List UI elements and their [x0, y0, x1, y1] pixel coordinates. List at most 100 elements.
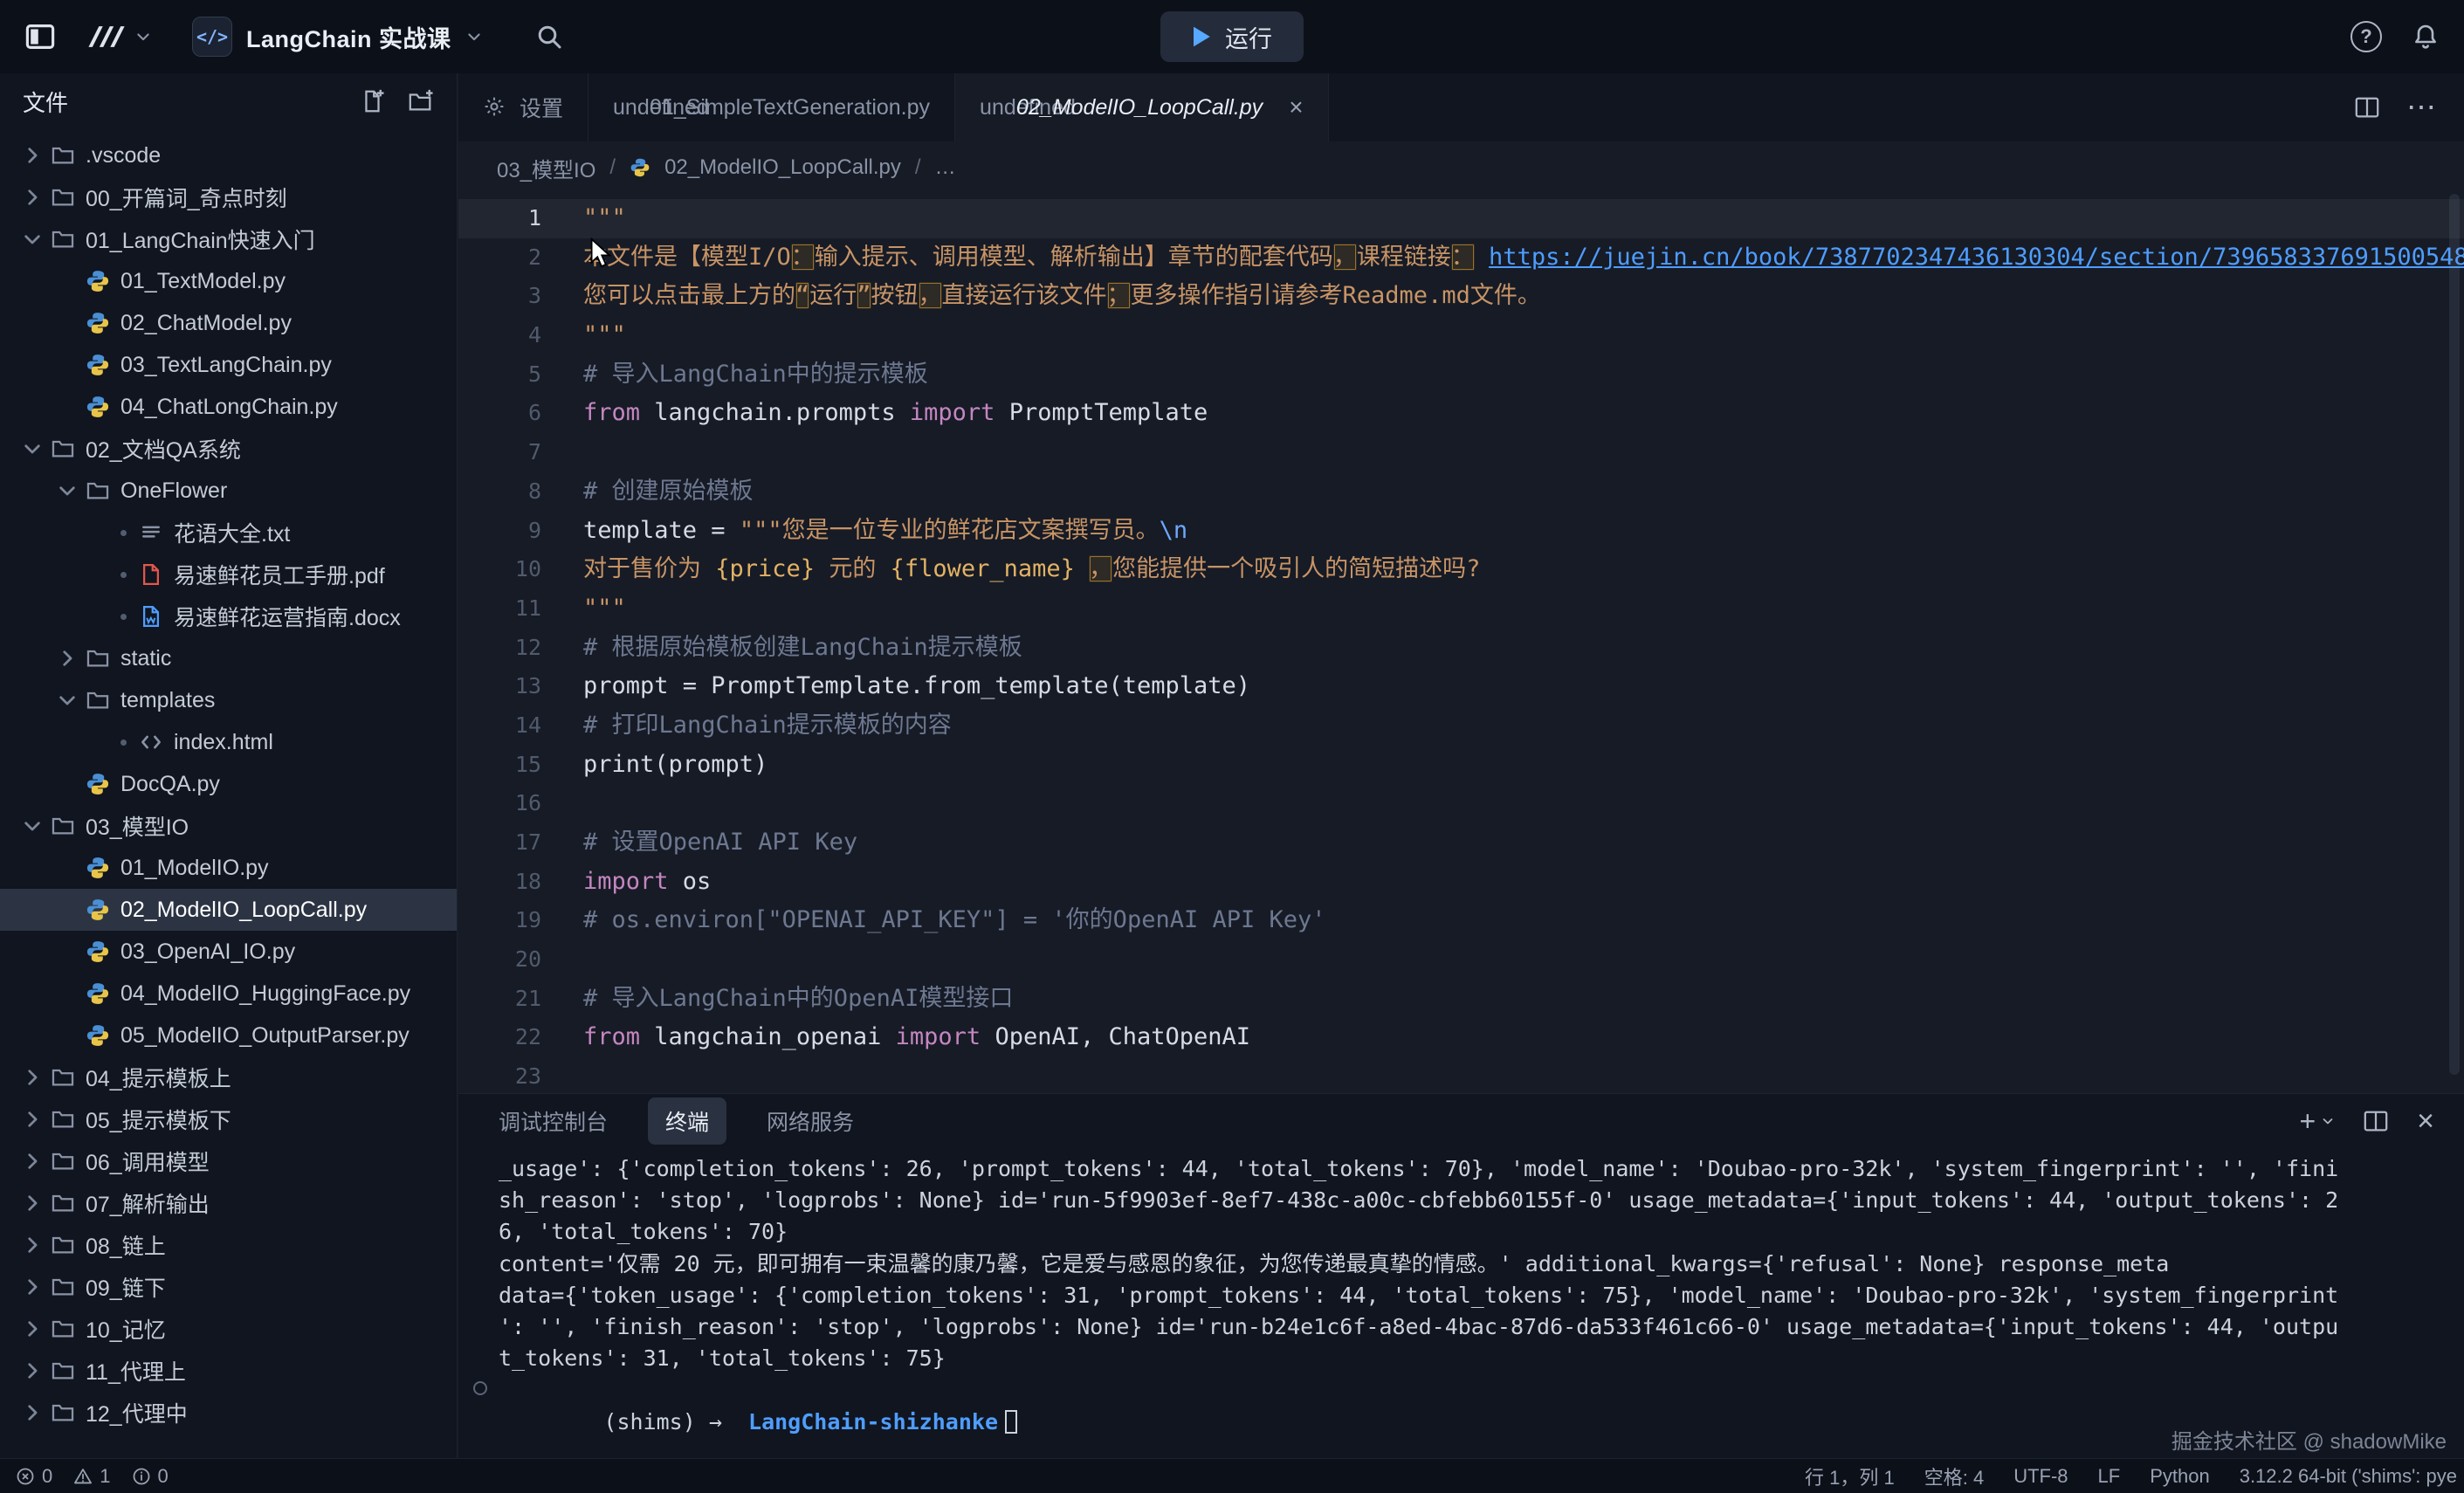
tree-item-index.html[interactable]: index.html	[0, 721, 457, 763]
code-line-10[interactable]: 10对于售价为 {price} 元的 {flower_name} ，您能提供一个…	[458, 550, 2464, 589]
tree-item-11_代理上[interactable]: 11_代理上	[0, 1350, 457, 1392]
problems-info-count[interactable]: 0	[132, 1465, 169, 1488]
new-folder-button[interactable]	[408, 88, 434, 114]
tree-item-02_ChatModel.py[interactable]: 02_ChatModel.py	[0, 302, 457, 344]
tree-item-06_调用模型[interactable]: 06_调用模型	[0, 1140, 457, 1182]
app-logo-menu[interactable]	[86, 22, 152, 52]
terminal-output[interactable]: _usage': {'completion_tokens': 26, 'prom…	[458, 1148, 2464, 1407]
code-line-22[interactable]: 22 from langchain_openai import OpenAI, C…	[458, 1018, 2464, 1057]
tree-item-花语大全.txt[interactable]: 花语大全.txt	[0, 512, 457, 554]
code-line-8[interactable]: 8# 创建原始模板	[458, 472, 2464, 512]
status-cursor-position[interactable]: 行 1，列 1	[1805, 1462, 1895, 1490]
code-line-4[interactable]: 4"""	[458, 316, 2464, 355]
tree-item-04_ModelIO_HuggingFace.py[interactable]: 04_ModelIO_HuggingFace.py	[0, 973, 457, 1015]
code-line-17[interactable]: 17# 设置OpenAI API Key	[458, 823, 2464, 863]
code-line-19[interactable]: 19# os.environ["OPENAI_API_KEY"] = '你的Op…	[458, 901, 2464, 940]
tree-item-05_ModelIO_OutputParser.py[interactable]: 05_ModelIO_OutputParser.py	[0, 1015, 457, 1056]
tree-item-static[interactable]: static	[0, 637, 457, 679]
tree-item-07_解析输出[interactable]: 07_解析输出	[0, 1182, 457, 1224]
sidebar-toggle-button[interactable]	[24, 21, 56, 52]
code-line-12[interactable]: 12# 根据原始模板创建LangChain提示模板	[458, 629, 2464, 668]
panel-tab-终端[interactable]: 终端	[648, 1097, 726, 1145]
tree-item-01_ModelIO.py[interactable]: 01_ModelIO.py	[0, 847, 457, 889]
tree-item-易速鲜花运营指南.docx[interactable]: 易速鲜花运营指南.docx	[0, 595, 457, 637]
tab-02_ModelIO_LoopCall.py[interactable]: undefined02_ModelIO_LoopCall.py×	[955, 73, 1329, 141]
tree-item-.vscode[interactable]: .vscode	[0, 134, 457, 176]
panel-tab-调试控制台[interactable]: 调试控制台	[499, 1105, 608, 1137]
problems-warning-count[interactable]: 1	[73, 1465, 110, 1488]
code-line-13[interactable]: 13prompt = PromptTemplate.from_template(…	[458, 667, 2464, 706]
tree-item-OneFlower[interactable]: OneFlower	[0, 470, 457, 512]
code-line-16[interactable]: 16	[458, 784, 2464, 823]
breadcrumb-item[interactable]: 02_ModelIO_LoopCall.py	[664, 155, 901, 180]
code-line-5[interactable]: 5# 导入LangChain中的提示模板	[458, 355, 2464, 395]
search-button[interactable]	[535, 23, 563, 51]
code-line-3[interactable]: 3您可以点击最上方的“运行”按钮，直接运行该文件；更多操作指引请参考Readme…	[458, 277, 2464, 316]
tree-item-03_OpenAI_IO.py[interactable]: 03_OpenAI_IO.py	[0, 931, 457, 973]
line-number: 22	[458, 1018, 541, 1057]
code-line-18[interactable]: 18import os	[458, 863, 2464, 902]
tab-设置[interactable]: 设置	[458, 73, 588, 141]
code-line-21[interactable]: 21# 导入LangChain中的OpenAI模型接口	[458, 980, 2464, 1019]
editor-scrollbar[interactable]	[2449, 194, 2460, 1075]
run-button[interactable]: 运行	[1160, 11, 1304, 62]
tree-item-09_链下[interactable]: 09_链下	[0, 1266, 457, 1308]
code-line-9[interactable]: 9template = """您是一位专业的鲜花店文案撰写员。\n	[458, 512, 2464, 551]
tree-item-08_链上[interactable]: 08_链上	[0, 1224, 457, 1266]
line-content: # 打印LangChain提示模板的内容	[583, 706, 952, 746]
help-button[interactable]: ?	[2350, 21, 2382, 52]
tree-item-05_提示模板下[interactable]: 05_提示模板下	[0, 1098, 457, 1140]
tree-item-03_模型IO[interactable]: 03_模型IO	[0, 805, 457, 847]
tree-item-04_ChatLongChain.py[interactable]: 04_ChatLongChain.py	[0, 386, 457, 428]
code-line-1[interactable]: 1"""	[458, 199, 2464, 238]
status-interpreter[interactable]: 3.12.2 64-bit ('shims': pye	[2240, 1465, 2457, 1488]
code-line-14[interactable]: 14# 打印LangChain提示模板的内容	[458, 706, 2464, 746]
code-line-2[interactable]: 2本文件是【模型I/O：输入提示、调用模型、解析输出】章节的配套代码，课程链接：…	[458, 238, 2464, 278]
code-line-20[interactable]: 20	[458, 940, 2464, 980]
tree-item-00_开篇词_奇点时刻[interactable]: 00_开篇词_奇点时刻	[0, 176, 457, 218]
tree-item-04_提示模板上[interactable]: 04_提示模板上	[0, 1056, 457, 1098]
tree-item-01_TextModel.py[interactable]: 01_TextModel.py	[0, 260, 457, 302]
line-number: 7	[458, 433, 541, 472]
breadcrumb-item[interactable]: …	[935, 155, 956, 180]
code-line-7[interactable]: 7	[458, 433, 2464, 472]
status-encoding[interactable]: UTF-8	[2013, 1465, 2068, 1488]
tree-item-label: 05_ModelIO_OutputParser.py	[120, 1023, 410, 1049]
status-language[interactable]: Python	[2150, 1465, 2210, 1488]
code-line-23[interactable]: 23	[458, 1057, 2464, 1093]
line-content: from langchain_openai import OpenAI, Cha…	[583, 1018, 1250, 1057]
split-editor-button[interactable]	[2354, 94, 2380, 120]
tree-item-DocQA.py[interactable]: DocQA.py	[0, 763, 457, 805]
tree-item-02_文档QA系统[interactable]: 02_文档QA系统	[0, 428, 457, 470]
tab-01_SimpleTextGeneration.py[interactable]: undefined01_SimpleTextGeneration.py	[588, 73, 955, 141]
status-eol[interactable]: LF	[2098, 1465, 2121, 1488]
python-file-icon	[86, 898, 110, 922]
tree-item-易速鲜花员工手册.pdf[interactable]: 易速鲜花员工手册.pdf	[0, 554, 457, 595]
panel-tab-网络服务[interactable]: 网络服务	[767, 1105, 854, 1137]
tab-close-icon[interactable]: ×	[1289, 95, 1303, 120]
code-line-15[interactable]: 15print(prompt)	[458, 746, 2464, 785]
close-panel-button[interactable]: ×	[2417, 1104, 2434, 1139]
tree-item-12_代理中[interactable]: 12_代理中	[0, 1392, 457, 1434]
tree-item-templates[interactable]: templates	[0, 679, 457, 721]
tree-item-10_记忆[interactable]: 10_记忆	[0, 1308, 457, 1350]
breadcrumb-item[interactable]: 03_模型IO	[497, 153, 595, 183]
breadcrumb-separator: /	[915, 155, 921, 180]
more-actions-button[interactable]: ⋯	[2406, 90, 2436, 125]
notifications-button[interactable]	[2412, 23, 2440, 51]
problems-error-count[interactable]: 0	[16, 1465, 52, 1488]
python-file-icon: undefined	[613, 95, 637, 120]
split-terminal-button[interactable]	[2363, 1108, 2389, 1134]
new-terminal-button[interactable]: +	[2299, 1105, 2335, 1138]
tree-item-01_LangChain快速入门[interactable]: 01_LangChain快速入门	[0, 218, 457, 260]
new-file-button[interactable]	[359, 88, 385, 114]
tree-item-03_TextLangChain.py[interactable]: 03_TextLangChain.py	[0, 344, 457, 386]
tree-item-02_ModelIO_LoopCall.py[interactable]: 02_ModelIO_LoopCall.py	[0, 889, 457, 931]
tree-item-label: 03_TextLangChain.py	[120, 353, 332, 378]
status-indentation[interactable]: 空格: 4	[1924, 1462, 1984, 1490]
code-editor[interactable]: 1"""2本文件是【模型I/O：输入提示、调用模型、解析输出】章节的配套代码，课…	[458, 194, 2464, 1093]
line-number: 3	[458, 277, 541, 316]
code-line-11[interactable]: 11"""	[458, 589, 2464, 629]
code-line-6[interactable]: 6from langchain.prompts import PromptTem…	[458, 394, 2464, 433]
project-switcher[interactable]: </> LangChain 实战课	[192, 17, 483, 57]
